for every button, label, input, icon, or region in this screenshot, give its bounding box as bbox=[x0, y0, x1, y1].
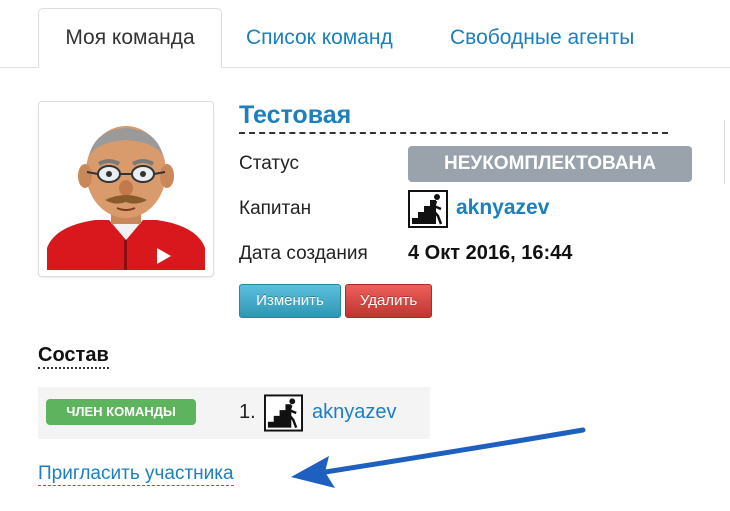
side-panel-edge bbox=[724, 120, 730, 184]
captain-link[interactable]: aknyazev bbox=[456, 196, 549, 220]
arrow-annotation bbox=[291, 427, 586, 488]
tab-team-list[interactable]: Список команд bbox=[246, 9, 393, 67]
invite-member-link[interactable]: Пригласить участника bbox=[38, 463, 234, 486]
member-number: 1. bbox=[239, 401, 256, 423]
tab-bar: Моя команда Список команд Свободные аген… bbox=[0, 0, 730, 68]
team-name[interactable]: Тестовая bbox=[239, 100, 668, 134]
delete-button[interactable]: Удалить bbox=[345, 284, 432, 318]
tab-free-agents[interactable]: Свободные агенты bbox=[450, 9, 634, 67]
tab-my-team[interactable]: Моя команда bbox=[38, 8, 222, 68]
status-badge: НЕУКОМПЛЕКТОВАНА bbox=[408, 146, 692, 182]
member-role-badge: ЧЛЕН КОМАНДЫ bbox=[46, 399, 196, 425]
created-label: Дата создания bbox=[239, 243, 368, 264]
team-avatar-image bbox=[47, 126, 205, 270]
hiker-icon bbox=[408, 190, 448, 228]
captain-label: Капитан bbox=[239, 198, 312, 219]
team-avatar bbox=[38, 101, 214, 277]
edit-button[interactable]: Изменить bbox=[239, 284, 341, 318]
created-value: 4 Окт 2016, 16:44 bbox=[408, 242, 573, 264]
status-label: Статус bbox=[239, 153, 300, 174]
members-title: Состав bbox=[38, 344, 109, 369]
